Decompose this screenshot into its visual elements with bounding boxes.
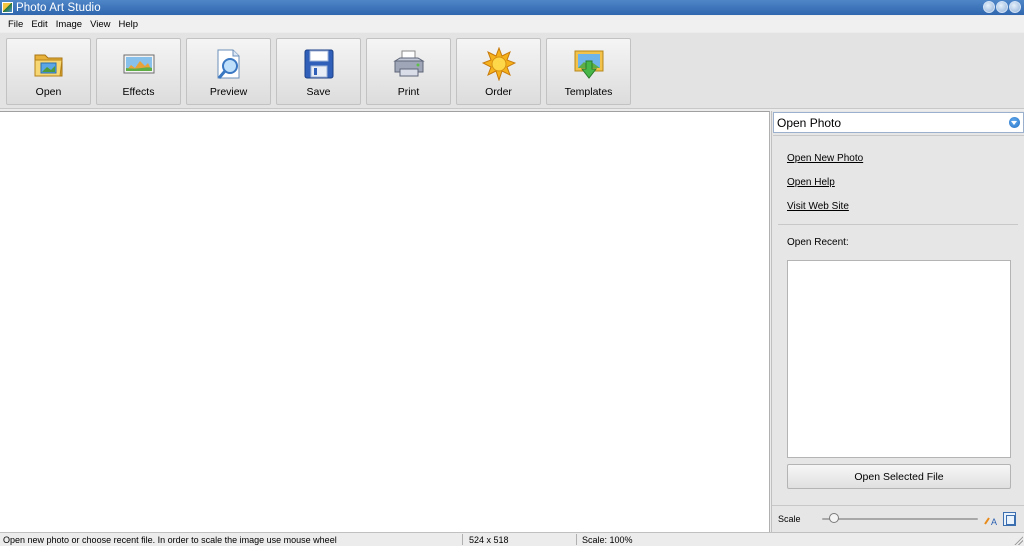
menu-image[interactable]: Image bbox=[52, 19, 86, 30]
scale-slider-thumb[interactable] bbox=[829, 513, 839, 523]
save-button[interactable]: Save bbox=[276, 38, 361, 105]
save-label: Save bbox=[306, 86, 331, 98]
effects-label: Effects bbox=[122, 86, 155, 98]
menu-bar: File Edit Image View Help bbox=[0, 16, 1024, 32]
menu-view[interactable]: View bbox=[86, 19, 114, 30]
status-scale: Scale: 100% bbox=[582, 535, 633, 545]
fit-image-icon[interactable]: A bbox=[984, 514, 998, 526]
effects-icon bbox=[123, 54, 154, 74]
status-divider bbox=[462, 534, 463, 545]
templates-label: Templates bbox=[564, 86, 613, 98]
templates-icon bbox=[574, 50, 603, 79]
actual-size-icon[interactable] bbox=[1003, 512, 1016, 526]
title-bar: Photo Art Studio bbox=[0, 0, 1024, 15]
order-button[interactable]: Order bbox=[456, 38, 541, 105]
menu-edit[interactable]: Edit bbox=[27, 19, 51, 30]
close-icon[interactable] bbox=[1009, 1, 1021, 13]
visit-web-site-link[interactable]: Visit Web Site bbox=[787, 201, 849, 212]
recent-files-list[interactable] bbox=[787, 260, 1011, 458]
open-label: Open bbox=[35, 86, 62, 98]
status-bar: Open new photo or choose recent file. In… bbox=[0, 532, 1024, 546]
print-button[interactable]: Print bbox=[366, 38, 451, 105]
status-divider bbox=[576, 534, 577, 545]
svg-text:A: A bbox=[991, 517, 997, 526]
chevron-down-icon[interactable] bbox=[1009, 117, 1020, 128]
preview-label: Preview bbox=[209, 86, 248, 98]
printer-icon bbox=[392, 50, 425, 77]
panel-mode-value: Open Photo bbox=[777, 115, 842, 130]
status-image-size: 524 x 518 bbox=[469, 535, 509, 545]
menu-file[interactable]: File bbox=[4, 19, 27, 30]
order-label: Order bbox=[485, 86, 512, 98]
open-help-link[interactable]: Open Help bbox=[787, 177, 835, 188]
scale-bar: Scale A bbox=[772, 505, 1024, 531]
open-selected-file-label: Open Selected File bbox=[854, 470, 944, 483]
toolbar: Open Effects Preview Save Print Order Te… bbox=[0, 33, 1024, 109]
open-recent-label: Open Recent: bbox=[787, 237, 849, 248]
side-panel: Open Photo Open New Photo Open Help Visi… bbox=[771, 111, 1024, 532]
floppy-disk-icon bbox=[304, 49, 333, 79]
sun-icon bbox=[481, 47, 516, 81]
window-title: Photo Art Studio bbox=[16, 1, 101, 14]
image-canvas[interactable] bbox=[0, 111, 770, 532]
effects-button[interactable]: Effects bbox=[96, 38, 181, 105]
templates-button[interactable]: Templates bbox=[546, 38, 631, 105]
menu-help[interactable]: Help bbox=[115, 19, 143, 30]
folder-icon bbox=[34, 54, 63, 77]
app-icon bbox=[2, 2, 13, 13]
minimize-icon[interactable] bbox=[983, 1, 995, 13]
open-selected-file-button[interactable]: Open Selected File bbox=[787, 464, 1011, 489]
window-controls bbox=[983, 1, 1021, 13]
divider bbox=[778, 224, 1018, 225]
open-button[interactable]: Open bbox=[6, 38, 91, 105]
panel-mode-select[interactable]: Open Photo bbox=[773, 112, 1024, 133]
preview-button[interactable]: Preview bbox=[186, 38, 271, 105]
scale-label: Scale bbox=[778, 514, 801, 524]
status-message: Open new photo or choose recent file. In… bbox=[3, 535, 337, 545]
scale-slider[interactable] bbox=[822, 518, 978, 520]
print-label: Print bbox=[397, 86, 420, 98]
resize-grip-icon[interactable] bbox=[1014, 536, 1023, 545]
divider bbox=[773, 135, 1024, 136]
preview-icon bbox=[217, 49, 239, 79]
maximize-icon[interactable] bbox=[996, 1, 1008, 13]
open-new-photo-link[interactable]: Open New Photo bbox=[787, 153, 863, 164]
